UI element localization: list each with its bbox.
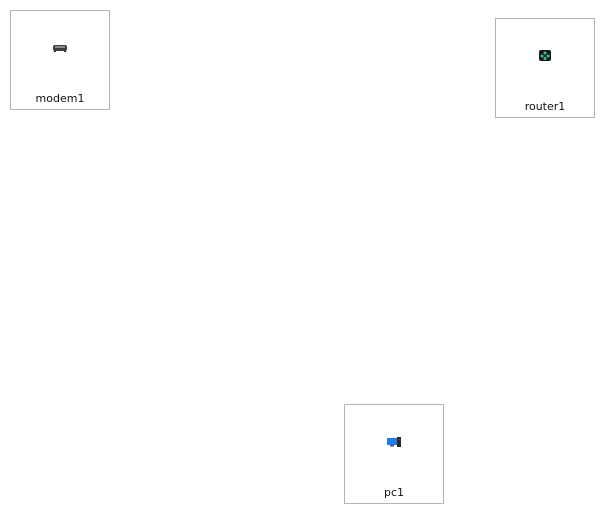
node-modem1[interactable]: modem1	[10, 10, 110, 110]
node-router1[interactable]: router1	[495, 18, 595, 118]
node-label: pc1	[383, 486, 405, 499]
node-label: modem1	[35, 92, 85, 105]
router-icon	[539, 50, 551, 61]
node-pc1[interactable]: pc1	[344, 404, 444, 504]
node-label: router1	[524, 100, 566, 113]
pc-icon	[387, 437, 401, 447]
modem-icon	[53, 45, 67, 52]
